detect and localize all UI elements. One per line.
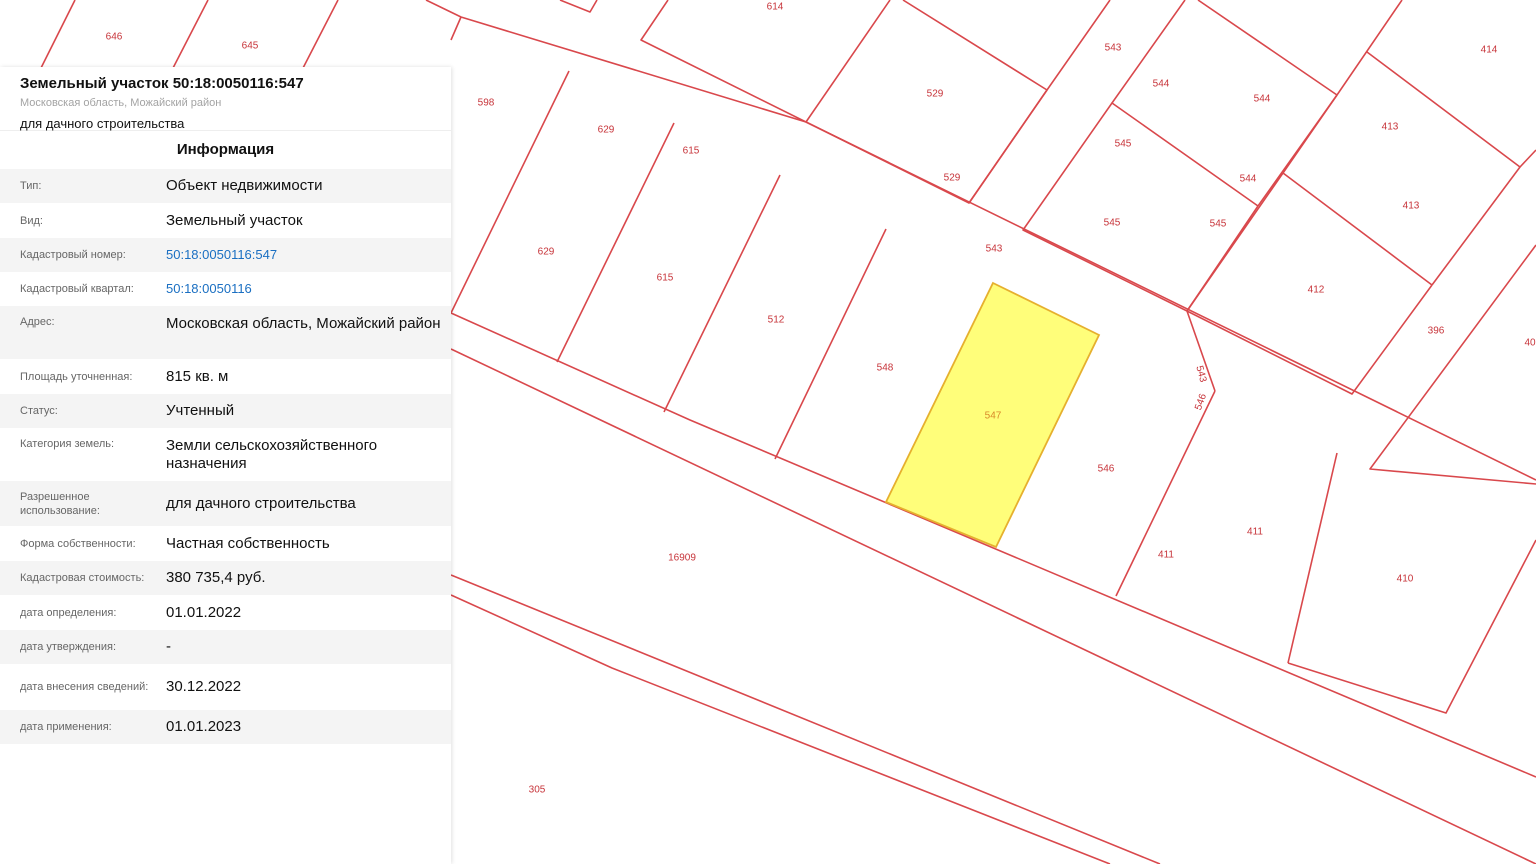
parcel-label: 414	[1481, 45, 1498, 56]
parcel-label: 646	[106, 32, 123, 43]
info-row-application-date: дата применения: 01.01.2023	[0, 710, 451, 744]
parcel-label: 411	[1247, 527, 1263, 538]
parcel-label: 543	[1105, 43, 1122, 54]
info-key: Адрес:	[20, 316, 55, 328]
parcel-label: 411	[1158, 550, 1174, 561]
parcel-label: 529	[927, 89, 944, 100]
parcel-label: 615	[657, 273, 674, 284]
info-key: дата внесения сведений:	[20, 681, 149, 693]
info-key: Категория земель:	[20, 438, 115, 450]
parcel-label: 396	[1428, 326, 1445, 337]
info-key: Форма собственности:	[20, 537, 136, 550]
info-value: Земли сельскохозяйственного назначения	[166, 437, 378, 472]
info-row-approval-date: дата утверждения: -	[0, 630, 451, 664]
info-value: для дачного строительства	[166, 494, 356, 512]
info-value: Объект недвижимости	[166, 177, 323, 194]
info-table: Тип: Объект недвижимости Вид: Земельный …	[0, 169, 451, 744]
parcel-label: 614	[767, 2, 784, 13]
info-value: Московская область, Можайский район	[166, 315, 441, 332]
info-key: дата определения:	[20, 606, 117, 619]
parcel-label: 413	[1382, 122, 1399, 133]
parcel-label: 645	[242, 41, 259, 52]
info-key: Кадастровый номер:	[20, 249, 126, 261]
parcel-label: 545	[1104, 218, 1121, 229]
info-key: Площадь уточненная:	[20, 370, 133, 383]
info-row-cadastral-quarter: Кадастровый квартал: 50:18:0050116	[0, 272, 451, 306]
parcel-use: для дачного строительства	[20, 116, 185, 131]
info-row-valuation-date: дата определения: 01.01.2022	[0, 595, 451, 630]
info-value: 01.01.2023	[166, 718, 242, 735]
info-row-cadastral-value: Кадастровая стоимость: 380 735,4 руб.	[0, 561, 451, 595]
parcel-label: 410	[1397, 574, 1414, 585]
info-value: 380 735,4 руб.	[166, 569, 266, 586]
info-key: Тип:	[20, 180, 42, 192]
parcel-label: 629	[598, 125, 615, 136]
info-value: Учтенный	[166, 402, 235, 419]
parcel-label: 413	[1403, 201, 1420, 212]
parcel-label: 543	[986, 244, 1003, 255]
info-row-type: Тип: Объект недвижимости	[0, 169, 451, 203]
info-row-ownership: Форма собственности: Частная собственнос…	[0, 526, 451, 561]
cadastral-quarter-link[interactable]: 50:18:0050116	[166, 280, 441, 298]
parcel-label: 544	[1153, 79, 1170, 90]
parcel-title: Земельный участок 50:18:0050116:547	[20, 75, 304, 92]
parcel-label: 548	[877, 363, 894, 374]
parcel-label: 544	[1240, 174, 1257, 185]
parcel-label: 16909	[668, 553, 696, 564]
info-row-area: Площадь уточненная: 815 кв. м	[0, 359, 451, 394]
parcel-label: 546	[1098, 464, 1115, 475]
selected-parcel-label: 547	[985, 411, 1002, 422]
info-panel: Земельный участок 50:18:0050116:547 Моск…	[0, 67, 451, 864]
info-key: Вид:	[20, 214, 43, 227]
cadastral-number-link[interactable]: 50:18:0050116:547	[166, 246, 441, 264]
parcel-label: 629	[538, 247, 555, 258]
info-row-entry-date: дата внесения сведений: 30.12.2022	[0, 664, 451, 710]
parcel-label: 512	[768, 315, 785, 326]
info-value: -	[166, 638, 171, 655]
parcel-label: 544	[1254, 94, 1271, 105]
info-key: Кадастровый квартал:	[20, 283, 134, 295]
info-key: Кадастровая стоимость:	[20, 572, 145, 584]
parcel-label: 529	[944, 173, 961, 184]
info-value: 30.12.2022	[166, 678, 242, 695]
parcel-label: 40	[1524, 338, 1536, 349]
parcel-label: 545	[1210, 219, 1227, 230]
parcel-label: 305	[529, 785, 546, 796]
parcel-label: 545	[1115, 139, 1132, 150]
info-key: Разрешенное использование:	[20, 490, 100, 517]
section-title: Информация	[176, 141, 275, 158]
panel-header: Земельный участок 50:18:0050116:547 Моск…	[0, 67, 451, 131]
info-key: Статус:	[20, 405, 58, 417]
info-key: дата применения:	[20, 721, 112, 733]
parcel-label: 412	[1308, 285, 1325, 296]
parcel-address: Московская область, Можайский район	[20, 97, 222, 109]
info-row-land-category: Категория земель: Земли сельскохозяйстве…	[0, 428, 451, 481]
info-row-address: Адрес: Московская область, Можайский рай…	[0, 306, 451, 359]
info-value: Земельный участок	[166, 211, 303, 229]
info-key: дата утверждения:	[20, 641, 117, 653]
parcel-label: 615	[683, 146, 700, 157]
info-row-status: Статус: Учтенный	[0, 394, 451, 428]
info-row-cadastral-number: Кадастровый номер: 50:18:0050116:547	[0, 238, 451, 272]
info-row-kind: Вид: Земельный участок	[0, 203, 451, 238]
info-value: 815 кв. м	[166, 367, 229, 385]
parcel-label: 598	[478, 98, 495, 109]
info-row-permitted-use: Разрешенное использование: для дачного с…	[0, 481, 451, 526]
info-value: 01.01.2022	[166, 603, 242, 621]
info-value: Частная собственность	[166, 534, 330, 552]
